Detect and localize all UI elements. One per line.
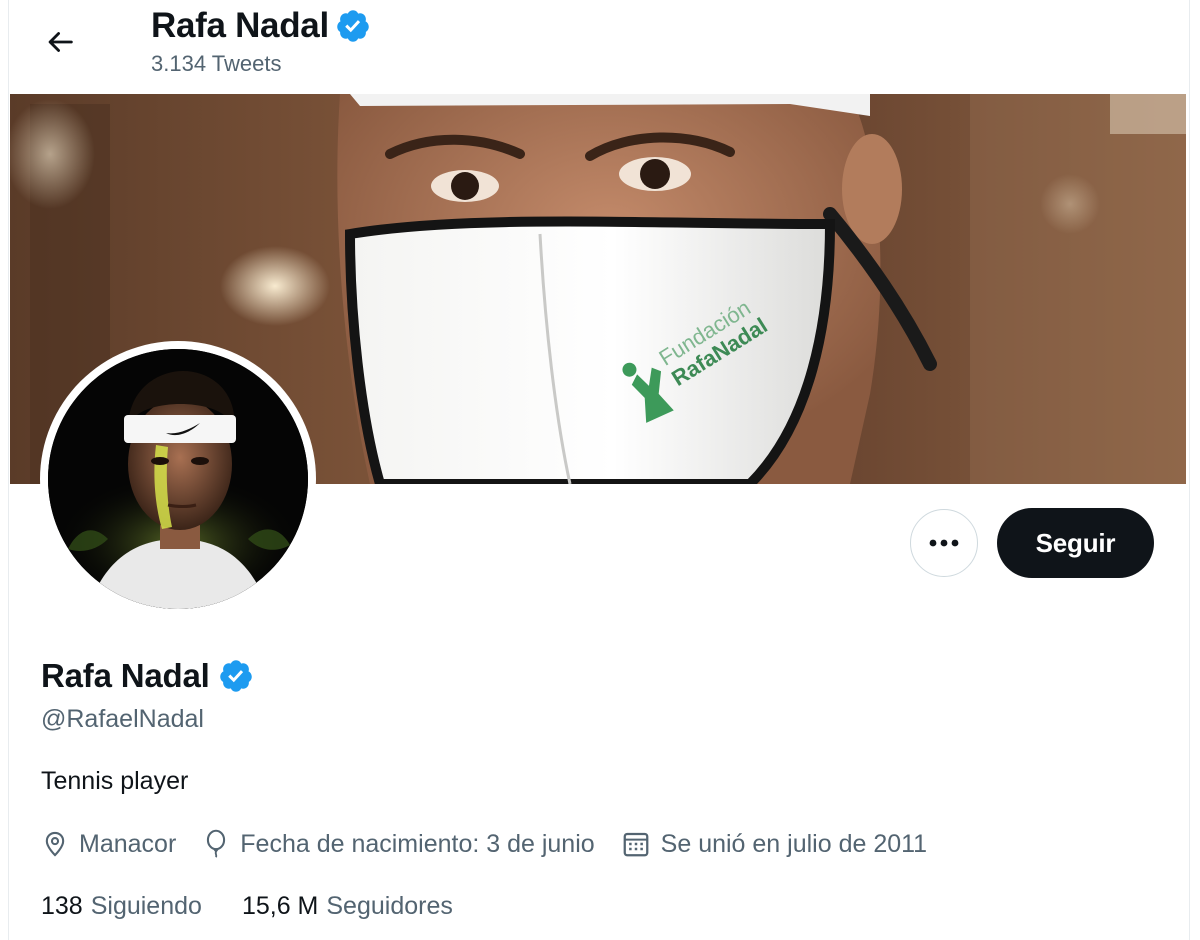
- followers-label: Seguidores: [326, 892, 453, 920]
- birthday-item: Fecha de nacimiento: 3 de junio: [202, 826, 595, 862]
- location-pin-icon: [45, 831, 65, 857]
- header-profile-name: Rafa Nadal: [151, 6, 329, 45]
- profile-avatar[interactable]: [40, 341, 316, 617]
- joined-text: Se unió en julio de 2011: [660, 830, 928, 858]
- verified-badge-icon: [219, 660, 252, 692]
- location-text: Manacor: [79, 830, 177, 858]
- frame-border-right: [1189, 0, 1190, 940]
- balloon-icon: [207, 829, 226, 858]
- back-button[interactable]: [36, 18, 84, 66]
- calendar-icon: [623, 832, 649, 857]
- joined-item: Se unió en julio de 2011: [621, 826, 927, 862]
- arrow-left-icon: [48, 32, 73, 52]
- tweet-count: 3.134 Tweets: [151, 51, 282, 76]
- frame-border-left: [8, 0, 9, 940]
- follow-stats: 138 Siguiendo 15,6 M Seguidores: [41, 888, 493, 924]
- verified-badge-icon: [337, 10, 369, 42]
- profile-handle: @RafaelNadal: [41, 705, 204, 733]
- profile-name-row: Rafa Nadal: [41, 654, 254, 698]
- following-count: 138: [41, 892, 83, 920]
- profile-meta: Manacor Fecha de nacimiento: 3 de junio …: [41, 826, 953, 862]
- birthday-text: Fecha de nacimiento: 3 de junio: [240, 830, 595, 858]
- location-item: Manacor: [41, 826, 176, 862]
- follow-button[interactable]: Seguir: [997, 508, 1154, 578]
- following-link[interactable]: 138 Siguiendo: [41, 888, 202, 924]
- following-label: Siguiendo: [90, 892, 202, 920]
- followers-count: 15,6 M: [241, 892, 319, 920]
- ellipsis-icon: [929, 539, 959, 547]
- more-options-button[interactable]: [910, 509, 978, 577]
- header-title: Rafa Nadal: [151, 4, 371, 48]
- profile-bio: Tennis player: [41, 767, 189, 795]
- profile-name: Rafa Nadal: [41, 657, 210, 694]
- followers-link[interactable]: 15,6 M Seguidores: [242, 888, 453, 924]
